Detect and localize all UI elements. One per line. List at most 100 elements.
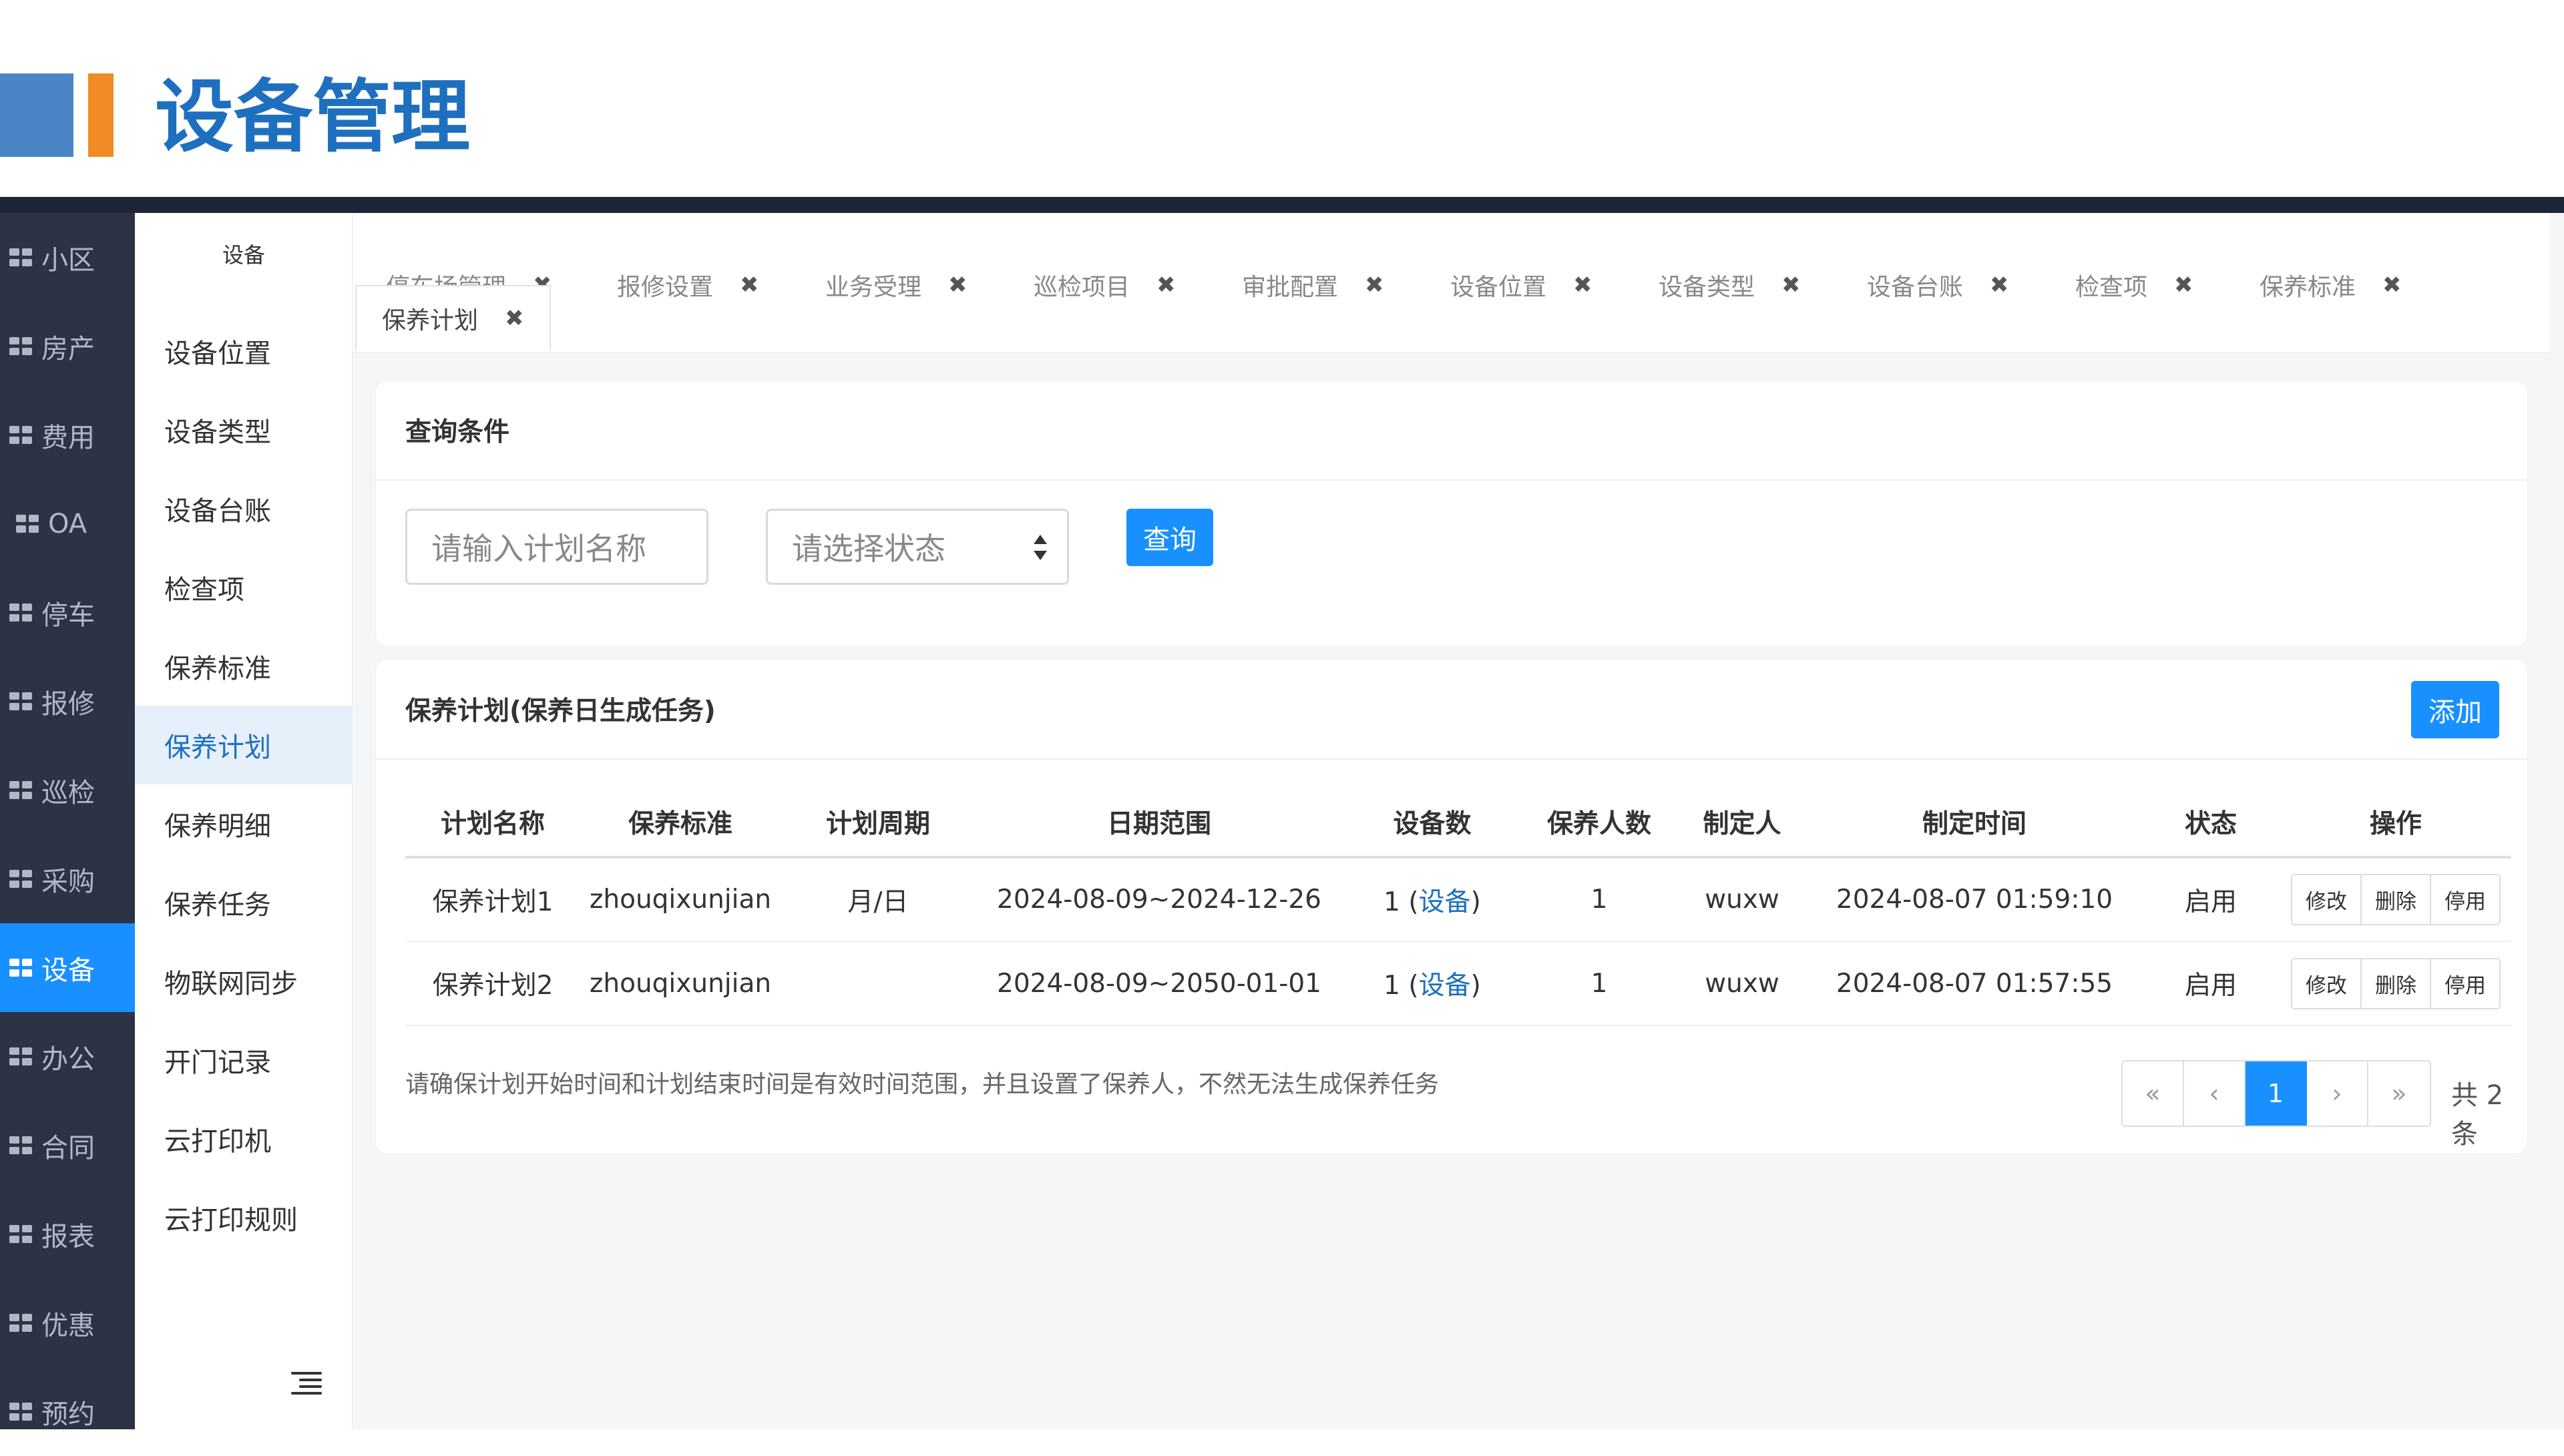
cell-status: 启用	[2141, 857, 2280, 942]
add-button[interactable]: 添加	[2411, 681, 2499, 738]
tab-device-ledger[interactable]: 设备台账 ✖	[1867, 252, 2009, 318]
edit-button[interactable]: 修改	[2292, 959, 2362, 1008]
close-icon[interactable]: ✖	[2382, 272, 2402, 298]
nav-item-fees[interactable]: 费用	[0, 391, 135, 479]
column-header: 状态	[2141, 788, 2280, 859]
devices-link[interactable]: 设备	[1419, 971, 1471, 1001]
cell-device-count: 1 (设备)	[1343, 941, 1522, 1026]
sub-item-iot-sync[interactable]: 物联网同步	[135, 942, 353, 1021]
close-icon[interactable]: ✖	[1781, 272, 1801, 298]
nav-item-discounts[interactable]: 优惠	[0, 1278, 135, 1367]
tab-device-location[interactable]: 设备位置 ✖	[1450, 252, 1592, 318]
nav-item-office[interactable]: 办公	[0, 1012, 135, 1101]
grid-icon	[9, 869, 33, 889]
tab-device-type[interactable]: 设备类型 ✖	[1659, 252, 1801, 318]
grid-icon	[9, 1402, 33, 1421]
nav-item-repair[interactable]: 报修	[0, 657, 135, 746]
last-page-button[interactable]: »	[2368, 1061, 2430, 1126]
sub-item-device-ledger[interactable]: 设备台账	[135, 469, 353, 548]
sub-item-maintenance-plan[interactable]: 保养计划	[135, 706, 353, 784]
nav-item-contract[interactable]: 合同	[0, 1101, 135, 1190]
close-icon[interactable]: ✖	[2174, 272, 2193, 298]
tab-maintenance-standard[interactable]: 保养标准 ✖	[2260, 252, 2402, 318]
nav-item-oa[interactable]: OA	[0, 479, 135, 568]
grid-icon	[9, 1224, 33, 1244]
table-row: 保养计划1 zhouqixunjian 月/日 2024-08-09~2024-…	[405, 857, 2511, 942]
delete-button[interactable]: 删除	[2362, 875, 2431, 924]
column-header: 制定人	[1677, 788, 1807, 859]
close-icon[interactable]: ✖	[948, 272, 968, 298]
first-page-button[interactable]: «	[2123, 1061, 2184, 1126]
tab-check-items[interactable]: 检查项 ✖	[2075, 252, 2193, 318]
column-header: 操作	[2280, 788, 2511, 859]
next-page-button[interactable]: ›	[2307, 1061, 2368, 1126]
sub-item-label: 检查项	[164, 575, 244, 605]
sub-item-device-location[interactable]: 设备位置	[135, 312, 353, 391]
cell-device-count: 1 (设备)	[1343, 857, 1522, 942]
table-header-row: 计划名称 保养标准 计划周期 日期范围 设备数 保养人数 制定人 制定时间 状态…	[405, 788, 2511, 859]
status-select[interactable]: 请选择状态	[766, 509, 1069, 585]
sub-item-maintenance-standard[interactable]: 保养标准	[135, 627, 353, 706]
sub-item-label: 云打印规则	[164, 1205, 298, 1236]
nav-item-inspection[interactable]: 巡检	[0, 746, 135, 834]
nav-item-purchase[interactable]: 采购	[0, 834, 135, 923]
nav-item-booking[interactable]: 预约	[0, 1367, 135, 1456]
sub-item-door-records[interactable]: 开门记录	[135, 1021, 353, 1100]
close-icon[interactable]: ✖	[1990, 272, 2009, 298]
edit-button[interactable]: 修改	[2292, 875, 2362, 924]
sub-item-device-type[interactable]: 设备类型	[135, 391, 353, 469]
query-panel: 查询条件 请输入计划名称 请选择状态 查询	[375, 380, 2528, 647]
tab-label: 审批配置	[1242, 274, 1339, 301]
tab-maintenance-plan[interactable]: 保养计划 ✖	[355, 285, 551, 352]
slide-header: 设备管理	[0, 0, 2564, 197]
sub-item-cloud-printer[interactable]: 云打印机	[135, 1100, 353, 1178]
close-icon[interactable]: ✖	[1573, 272, 1592, 298]
nav-item-parking[interactable]: 停车	[0, 568, 135, 657]
sub-item-label: 设备台账	[164, 496, 271, 527]
column-header: 制定时间	[1807, 788, 2141, 859]
tab-label: 报修设置	[617, 274, 714, 301]
sub-item-check-items[interactable]: 检查项	[135, 548, 353, 627]
tab-business-acceptance[interactable]: 业务受理 ✖	[825, 252, 968, 318]
close-icon[interactable]: ✖	[505, 305, 524, 332]
devices-link[interactable]: 设备	[1419, 887, 1471, 917]
delete-button[interactable]: 删除	[2362, 959, 2431, 1008]
cell-standard: zhouqixunjian	[580, 857, 781, 942]
search-button[interactable]: 查询	[1126, 509, 1213, 566]
plan-name-input[interactable]: 请输入计划名称	[405, 509, 708, 585]
nav-item-label: 报修	[41, 688, 95, 720]
nav-item-equipment[interactable]: 设备	[0, 923, 135, 1012]
grid-icon	[9, 1047, 33, 1066]
nav-item-label: 合同	[41, 1132, 95, 1164]
collapse-menu-icon[interactable]	[291, 1371, 322, 1397]
slide-title: 设备管理	[155, 71, 471, 163]
page-1-button[interactable]: 1	[2246, 1061, 2307, 1126]
plan-panel-title-text: 保养计划(保养日生成任务)	[405, 696, 716, 726]
tab-inspection-items[interactable]: 巡检项目 ✖	[1034, 252, 1176, 318]
nav-item-property[interactable]: 房产	[0, 302, 135, 391]
maintenance-plan-panel: 保养计划(保养日生成任务) 添加 计划名称 保养标准 计划周期 日期范围 设备数…	[375, 659, 2528, 1154]
column-header: 日期范围	[976, 788, 1343, 859]
table-row: 保养计划2 zhouqixunjian 2024-08-09~2050-01-0…	[405, 941, 2511, 1026]
close-icon[interactable]: ✖	[1365, 272, 1384, 298]
row-actions: 修改 删除 停用	[2291, 874, 2501, 925]
close-icon[interactable]: ✖	[1156, 272, 1176, 298]
nav-item-reports[interactable]: 报表	[0, 1190, 135, 1278]
nav-item-community[interactable]: 小区	[0, 213, 135, 302]
close-icon[interactable]: ✖	[740, 272, 759, 298]
sub-item-maintenance-task[interactable]: 保养任务	[135, 863, 353, 942]
nav-item-label: 停车	[41, 599, 95, 631]
grid-icon	[9, 603, 33, 622]
cell-date-range: 2024-08-09~2024-12-26	[976, 857, 1343, 942]
sub-item-cloud-print-rules[interactable]: 云打印规则	[135, 1178, 353, 1257]
disable-button[interactable]: 停用	[2431, 875, 2499, 924]
nav-item-label: 预约	[41, 1399, 95, 1430]
tab-repair-settings[interactable]: 报修设置 ✖	[617, 252, 759, 318]
disable-button[interactable]: 停用	[2431, 959, 2499, 1008]
tab-label: 业务受理	[825, 274, 922, 301]
cell-people: 1	[1522, 857, 1677, 942]
tab-approval-config[interactable]: 审批配置 ✖	[1242, 252, 1384, 318]
prev-page-button[interactable]: ‹	[2184, 1061, 2246, 1126]
sub-item-maintenance-detail[interactable]: 保养明细	[135, 784, 353, 863]
tab-label: 设备位置	[1450, 274, 1547, 301]
